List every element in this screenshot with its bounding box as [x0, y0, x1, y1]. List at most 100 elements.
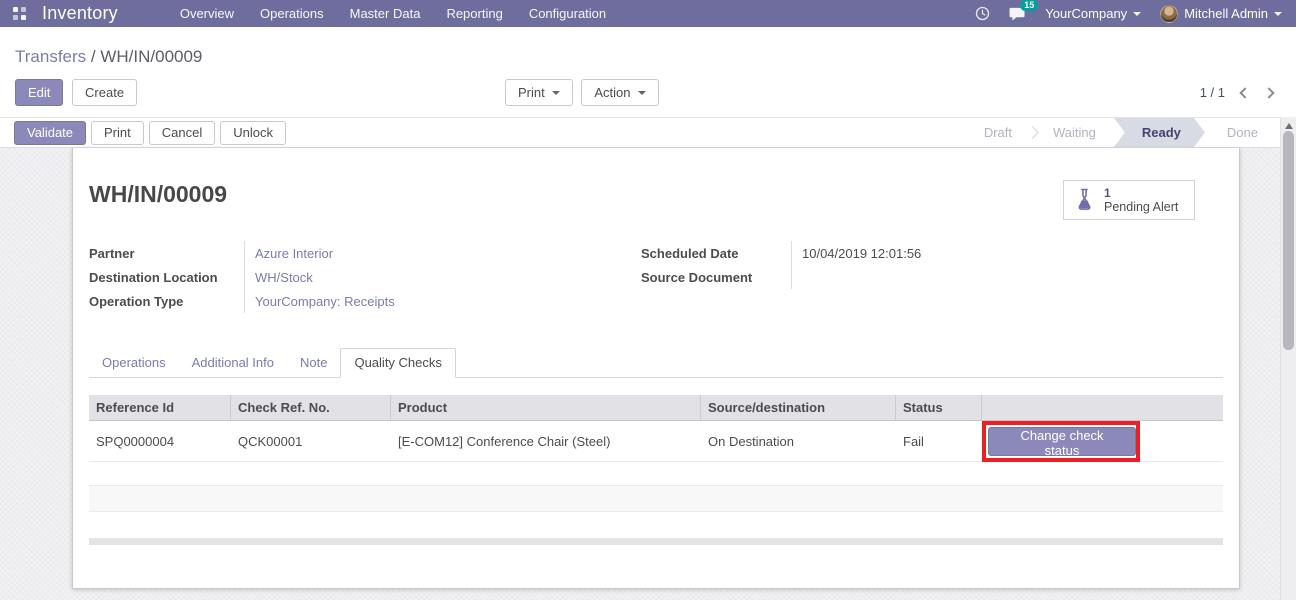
cell-reference-id: SPQ0000004 — [96, 433, 175, 449]
field-label: Operation Type — [89, 293, 184, 309]
pending-alert-count: 1 — [1104, 185, 1111, 200]
navbar-right: 15 YourCompany Mitchell Admin — [975, 0, 1296, 23]
control-panel-center: Print Action — [505, 79, 659, 106]
pager-previous-icon[interactable] — [1239, 86, 1251, 99]
nav-item-operations[interactable]: Operations — [260, 6, 324, 21]
company-switcher[interactable]: YourCompany — [1045, 6, 1142, 21]
notebook-tabs: Operations Additional Info Note Quality … — [89, 348, 1223, 378]
stage-done[interactable]: Done — [1205, 118, 1276, 147]
print-button[interactable]: Print — [91, 120, 144, 145]
destination-location-value[interactable]: WH/Stock — [244, 265, 569, 289]
field-label: Destination Location — [89, 269, 218, 285]
chevron-down-icon — [637, 90, 646, 95]
field-label: Partner — [89, 245, 135, 261]
apps-grid-icon[interactable] — [13, 7, 26, 20]
company-name: YourCompany — [1045, 6, 1128, 21]
field-scheduled-date: Scheduled Date 10/04/2019 12:01:56 — [641, 241, 1161, 265]
table-bottom-bar — [89, 538, 1223, 545]
action-dropdown-button[interactable]: Action — [581, 79, 659, 106]
annotation-red-highlight-box: Change check status — [982, 421, 1140, 462]
tab-operations[interactable]: Operations — [89, 349, 179, 377]
validate-button[interactable]: Validate — [14, 120, 87, 145]
nav-item-master-data[interactable]: Master Data — [350, 6, 421, 21]
messages-count-badge: 15 — [1020, 0, 1039, 11]
unlock-button[interactable]: Unlock — [220, 120, 286, 145]
pager-value: 1 / 1 — [1199, 85, 1225, 100]
column-header-source-destination[interactable]: Source/destination — [701, 395, 896, 420]
record-title: WH/IN/00009 — [89, 181, 228, 207]
status-pipeline: Draft Waiting Ready Done — [966, 118, 1280, 147]
breadcrumb-parent[interactable]: Transfers — [15, 47, 86, 66]
column-header-check-ref-no[interactable]: Check Ref. No. — [231, 395, 391, 420]
table-row[interactable]: SPQ0000004 QCK00001 [E-COM12] Conference… — [89, 421, 1223, 462]
form-sheet: WH/IN/00009 1 Pending Alert Partner Azur… — [72, 148, 1240, 589]
stat-button-text: 1 Pending Alert — [1104, 185, 1179, 214]
cell-check-ref-no: QCK00001 — [238, 433, 303, 449]
edit-button[interactable]: Edit — [15, 79, 64, 106]
stage-ready[interactable]: Ready — [1114, 118, 1205, 147]
field-groups: Partner Azure Interior Destination Locat… — [89, 241, 1223, 313]
messages-icon[interactable]: 15 — [1009, 0, 1039, 21]
cell-status: Fail — [903, 433, 924, 449]
tab-additional-info[interactable]: Additional Info — [179, 349, 287, 377]
breadcrumb: Transfers / WH/IN/00009 — [15, 47, 202, 67]
tab-quality-checks[interactable]: Quality Checks — [340, 348, 456, 378]
column-header-status[interactable]: Status — [896, 395, 982, 420]
app-name[interactable]: Inventory — [42, 3, 118, 24]
quality-checks-table: Reference Id Check Ref. No. Product Sour… — [89, 395, 1223, 545]
form-statusbar: Validate Print Cancel Unlock Draft Waiti… — [0, 117, 1280, 148]
scrollbar-thumb[interactable] — [1283, 131, 1294, 350]
statusbar-buttons: Validate Print Cancel Unlock — [0, 120, 286, 145]
field-partner: Partner Azure Interior — [89, 241, 569, 265]
screen: Inventory Overview Operations Master Dat… — [0, 0, 1296, 600]
column-header-actions — [982, 395, 1223, 420]
flask-icon — [1078, 188, 1091, 210]
nav-item-reporting[interactable]: Reporting — [446, 6, 502, 21]
tab-note[interactable]: Note — [287, 349, 340, 377]
source-document-value — [791, 265, 1161, 289]
content-area: WH/IN/00009 1 Pending Alert Partner Azur… — [0, 148, 1296, 600]
field-source-document: Source Document — [641, 265, 1161, 289]
breadcrumb-current: WH/IN/00009 — [100, 47, 203, 66]
user-name: Mitchell Admin — [1184, 6, 1268, 21]
user-menu[interactable]: Mitchell Admin — [1160, 4, 1282, 23]
field-group-right: Scheduled Date 10/04/2019 12:01:56 Sourc… — [641, 241, 1161, 313]
column-header-reference-id[interactable]: Reference Id — [89, 395, 231, 420]
pending-alert-stat-button[interactable]: 1 Pending Alert — [1063, 180, 1195, 220]
chevron-down-icon — [551, 90, 560, 95]
field-operation-type: Operation Type YourCompany: Receipts — [89, 289, 569, 313]
pager-next-icon[interactable] — [1263, 86, 1275, 99]
pending-alert-label: Pending Alert — [1104, 199, 1179, 214]
table-bottom-gap — [89, 512, 1223, 538]
vertical-scrollbar[interactable] — [1280, 117, 1296, 600]
create-button[interactable]: Create — [72, 79, 138, 106]
stage-draft[interactable]: Draft — [966, 118, 1030, 147]
breadcrumb-separator: / — [86, 47, 101, 66]
change-check-status-button[interactable]: Change check status — [988, 427, 1136, 458]
operation-type-value[interactable]: YourCompany: Receipts — [244, 289, 569, 313]
table-header-row: Reference Id Check Ref. No. Product Sour… — [89, 395, 1223, 421]
cancel-button[interactable]: Cancel — [148, 120, 216, 145]
control-panel-buttons: Edit Create Print Action 1 / 1 — [15, 79, 1281, 106]
field-label: Scheduled Date — [641, 245, 739, 261]
nav-menu: Overview Operations Master Data Reportin… — [180, 6, 606, 21]
control-panel: Transfers / WH/IN/00009 Edit Create Prin… — [0, 27, 1296, 117]
empty-table-row — [89, 462, 1223, 486]
nav-item-configuration[interactable]: Configuration — [529, 6, 606, 21]
scheduled-date-value: 10/04/2019 12:01:56 — [791, 241, 1161, 265]
cell-product: [E-COM12] Conference Chair (Steel) — [398, 433, 611, 449]
scroll-up-arrow-icon[interactable] — [1285, 123, 1293, 129]
top-navbar: Inventory Overview Operations Master Dat… — [0, 0, 1296, 27]
field-label: Source Document — [641, 269, 753, 285]
nav-item-overview[interactable]: Overview — [180, 6, 234, 21]
chevron-down-icon — [1274, 11, 1282, 16]
print-dropdown-button[interactable]: Print — [505, 79, 573, 106]
clock-icon — [976, 6, 990, 21]
partner-value[interactable]: Azure Interior — [244, 241, 569, 265]
field-destination-location: Destination Location WH/Stock — [89, 265, 569, 289]
column-header-product[interactable]: Product — [391, 395, 701, 420]
cell-source-destination: On Destination — [708, 433, 794, 449]
field-group-left: Partner Azure Interior Destination Locat… — [89, 241, 569, 313]
activities-clock-icon[interactable] — [975, 6, 990, 21]
stage-waiting[interactable]: Waiting — [1035, 118, 1114, 147]
